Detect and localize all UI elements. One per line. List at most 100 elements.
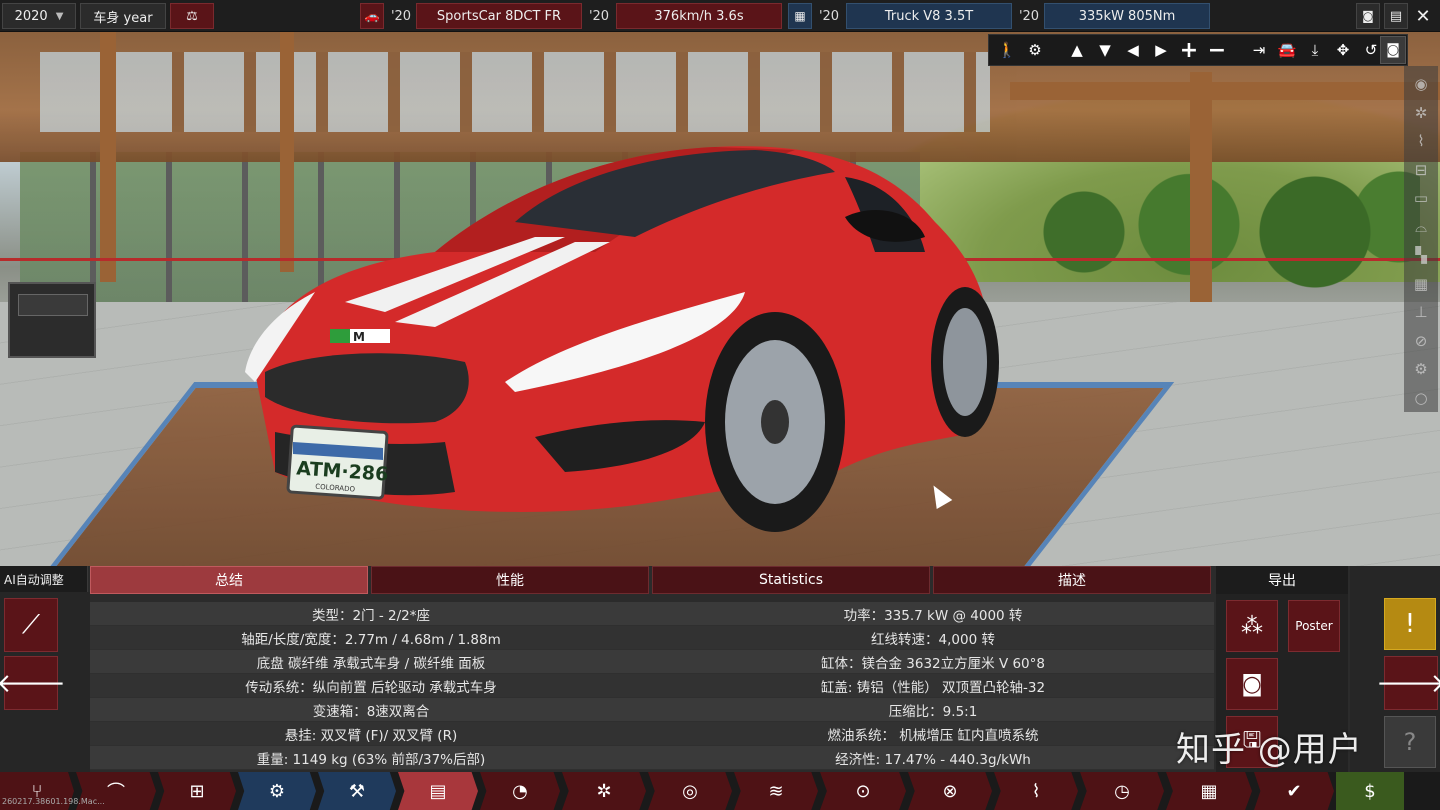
scale-icon[interactable]: ⚖ <box>170 3 214 29</box>
zoom-out-icon[interactable]: − <box>1205 38 1229 63</box>
share-icon[interactable]: ⁂ <box>1226 600 1278 652</box>
info-redline: 红线转速：4,000 转 <box>652 626 1214 650</box>
nav-brake-icon[interactable]: ◎ <box>648 772 732 810</box>
nav-calculator-icon[interactable]: ▦ <box>1166 772 1252 810</box>
view-toolbar: 🚶 ⚙ ▲ ▼ ◀ ▶ + − ⇥ 🚘 ⤓ ✥ ↺ <box>988 34 1408 66</box>
nav-finish-icon[interactable]: ✔ <box>1254 772 1334 810</box>
nav-gauge-icon[interactable]: ◔ <box>480 772 560 810</box>
year-dropdown[interactable]: 2020 ▼ <box>2 3 76 29</box>
arrow-right-icon[interactable]: ▶ <box>1149 38 1173 62</box>
nav-safety-icon[interactable]: ⊗ <box>908 772 992 810</box>
nav-chassis-icon[interactable]: ⊞ <box>158 772 236 810</box>
tool-cabinet <box>8 282 96 358</box>
wood-beam <box>1190 72 1212 302</box>
nav-wheel-icon[interactable]: ✲ <box>562 772 646 810</box>
watermark: 知乎 @用户 <box>1176 730 1363 770</box>
car-performance[interactable]: 376km/h 3.6s <box>616 3 782 29</box>
info-block: 缸体：镁合金 3632立方厘米 V 60°8 <box>652 650 1214 674</box>
body-year-label[interactable]: 车身 year <box>80 3 166 29</box>
wheel-icon[interactable]: ✲ <box>1406 99 1436 128</box>
move-icon[interactable]: ✥ <box>1331 38 1355 62</box>
nav-factory-icon[interactable]: $ <box>1336 772 1404 810</box>
camera-icon[interactable]: ◙ <box>1380 36 1406 64</box>
sports-car-model[interactable]: M ATM·286 COLORADO <box>235 142 1005 542</box>
nav-summary-icon[interactable]: ▤ <box>398 772 478 810</box>
wood-beam <box>100 32 116 282</box>
top-bar: 2020 ▼ 车身 year ⚖ 🚗 '20 SportsCar 8DCT FR… <box>0 0 1440 32</box>
car-model-name[interactable]: SportsCar 8DCT FR <box>416 3 582 29</box>
warning-icon[interactable]: ! <box>1384 598 1436 650</box>
car-year: '20 <box>390 8 412 24</box>
summary-info: 类型：2门 - 2/2*座 轴距/长度/宽度：2.77m / 4.68m / 1… <box>90 602 1214 772</box>
3d-viewport[interactable]: M ATM·286 COLORADO 🚶 ⚙ ▲ ▼ ◀ ▶ + − ⇥ 🚘 ⤓… <box>0 32 1440 566</box>
eye-icon[interactable]: ◉ <box>1406 70 1436 99</box>
nav-engine-block-icon[interactable]: ⚙ <box>238 772 316 810</box>
brake-icon[interactable]: ⊘ <box>1406 327 1436 356</box>
align-right-icon[interactable]: ⇥ <box>1247 38 1271 62</box>
drop-down-icon[interactable]: ⤓ <box>1303 38 1327 62</box>
suspension-icon[interactable]: ⊥ <box>1406 298 1436 327</box>
summary-right-column: 功率：335.7 kW @ 4000 转 红线转速：4,000 转 缸体：镁合金… <box>652 602 1214 770</box>
chevron-down-icon: ▼ <box>55 10 64 22</box>
truck-icon[interactable]: ▦ <box>788 3 812 29</box>
truck-model-name[interactable]: Truck V8 3.5T <box>846 3 1012 29</box>
close-icon[interactable]: ✕ <box>1410 3 1436 29</box>
screenshot-icon[interactable]: ◙ <box>1356 3 1380 29</box>
forward-arrow-icon[interactable]: 🡒 <box>1376 656 1440 710</box>
arrow-down-icon[interactable]: ▼ <box>1093 38 1117 62</box>
tab-statistics[interactable]: Statistics <box>652 566 930 594</box>
car-perf-year: '20 <box>588 8 610 24</box>
info-gearbox: 变速箱：8速双离合 <box>90 698 652 722</box>
arrow-left-icon[interactable]: ◀ <box>1121 38 1145 62</box>
chassis-icon[interactable]: ⊟ <box>1406 156 1436 185</box>
car-side-icon[interactable]: ⌓ <box>1406 213 1436 242</box>
info-dimensions: 轴距/长度/宽度：2.77m / 4.68m / 1.88m <box>90 626 652 650</box>
tab-performance[interactable]: 性能 <box>371 566 649 594</box>
grid-icon[interactable]: ▦ <box>1406 270 1436 299</box>
help-icon[interactable]: ? <box>1384 716 1436 768</box>
arrow-up-icon[interactable]: ▲ <box>1065 38 1089 62</box>
info-power: 功率：335.7 kW @ 4000 转 <box>652 602 1214 626</box>
spring-icon[interactable]: ⌇ <box>1406 127 1436 156</box>
ai-auto-adjust-label[interactable]: AI自动调整 <box>0 566 88 592</box>
truck-year: '20 <box>818 8 840 24</box>
gear-icon[interactable]: ⚙ <box>1023 38 1047 62</box>
tab-summary[interactable]: 总结 <box>90 566 368 594</box>
car-badge: M <box>353 330 365 344</box>
info-fuel-system: 燃油系统： 机械增压 缸内直喷系统 <box>652 722 1214 746</box>
export-header: 导出 <box>1216 566 1348 594</box>
circle-icon[interactable]: ○ <box>1406 384 1436 413</box>
wood-beam <box>1010 82 1440 100</box>
stage-navbar: ⑂ ⌒ ⊞ ⚙ ⚒ ▤ ◔ ✲ ◎ ≋ ⊙ ⊗ ⌇ ◷ ▦ ✔ $ <box>0 772 1440 810</box>
settings-icon[interactable]: ⚙ <box>1406 355 1436 384</box>
info-drivetrain: 传动系统：纵向前置 后轮驱动 承载式车身 <box>90 674 652 698</box>
nav-testing-icon[interactable]: ◷ <box>1080 772 1164 810</box>
nav-aero-icon[interactable]: ≋ <box>734 772 818 810</box>
side-toolbar: ◉ ✲ ⌇ ⊟ ▭ ⌓ ▚ ▦ ⊥ ⊘ ⚙ ○ <box>1404 66 1438 412</box>
version-text: 260217.38601.198.Mac... <box>2 797 105 806</box>
summary-tabs: 总结 性能 Statistics 描述 <box>90 566 1214 594</box>
info-body-type: 类型：2门 - 2/2*座 <box>90 602 652 626</box>
info-suspension: 悬挂: 双叉臂 (F)/ 双叉臂 (R) <box>90 722 652 746</box>
nav-engine-tune-icon[interactable]: ⚒ <box>318 772 396 810</box>
tab-description[interactable]: 描述 <box>933 566 1211 594</box>
nav-interior-icon[interactable]: ⊙ <box>820 772 906 810</box>
walk-icon[interactable]: 🚶 <box>995 38 1019 62</box>
car-icon[interactable]: 🚗 <box>360 3 384 29</box>
interior-icon[interactable]: ▚ <box>1406 241 1436 270</box>
calculator-icon[interactable]: ▤ <box>1384 3 1408 29</box>
back-arrow-icon[interactable]: 🡐 <box>0 656 66 710</box>
info-chassis: 底盘 碳纤维 承载式车身 / 碳纤维 面板 <box>90 650 652 674</box>
truck-performance[interactable]: 335kW 805Nm <box>1044 3 1210 29</box>
car-view-icon[interactable]: 🚘 <box>1275 38 1299 62</box>
poster-button[interactable]: Poster <box>1288 600 1340 652</box>
info-weight: 重量: 1149 kg (63% 前部/37%后部) <box>90 746 652 770</box>
zoom-in-icon[interactable]: + <box>1177 38 1201 63</box>
info-compression: 压缩比：9.5:1 <box>652 698 1214 722</box>
info-head: 缸盖: 铸铝（性能） 双顶置凸轮轴-32 <box>652 674 1214 698</box>
info-economy: 经济性: 17.47% - 440.3g/kWh <box>652 746 1214 770</box>
body-panel-icon[interactable]: ▭ <box>1406 184 1436 213</box>
nav-tuning-icon[interactable]: ⌇ <box>994 772 1078 810</box>
graph-icon[interactable]: ⟋ <box>4 598 58 652</box>
camera-export-icon[interactable]: ◙ <box>1226 658 1278 710</box>
